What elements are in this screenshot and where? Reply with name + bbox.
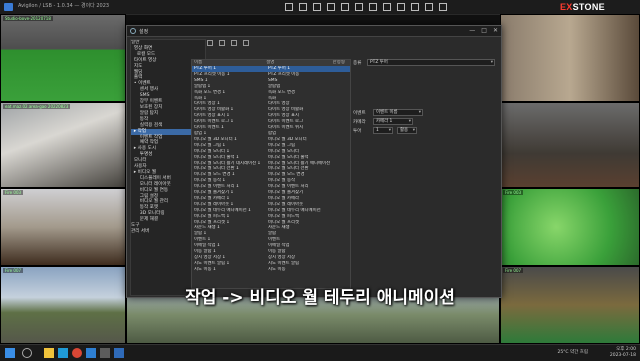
edge-icon[interactable]: [58, 348, 68, 358]
maximize-button[interactable]: □: [481, 27, 487, 34]
camera-label: 카메라: [353, 120, 366, 125]
camera-label: Fire 007: [503, 268, 524, 273]
camera-tile[interactable]: Studio-bove-20120718: [0, 14, 126, 102]
taskbar: 25°C 약간 흐림 오후 2:00 2023-07-18: [0, 344, 640, 361]
start-icon[interactable]: [5, 348, 15, 358]
app-titlebar: Avigilon / LSB - 1.0.34 — 경이다 2023 EXSTO…: [0, 0, 640, 15]
event-label: 이벤트: [353, 111, 366, 116]
date-text: 2023-07-18: [609, 353, 636, 358]
record-icon[interactable]: [411, 3, 419, 11]
table-body: PTZ 투어 1 PTZ 투어 1 PTZ 프리셋 이동 1 PTZ 프리셋 이동 SM…: [192, 66, 350, 273]
minimize-icon[interactable]: [439, 3, 447, 11]
minimize-button[interactable]: —: [469, 27, 475, 34]
dialog-title: 설정: [139, 29, 149, 35]
action-properties: 종류 PTZ 투어 이벤트 이벤트 이름 카메라 카메라 1 투어 1 활용: [353, 59, 497, 287]
settings-icon[interactable]: [231, 40, 237, 46]
action-toolbar: [207, 39, 249, 49]
camera-label: eat.maz.02.area-gao 20220823: [3, 104, 71, 109]
camera-tile[interactable]: [500, 14, 640, 102]
settings-icon[interactable]: [369, 3, 377, 11]
search-icon[interactable]: [22, 348, 32, 358]
type-label: 종류: [353, 61, 362, 66]
camera-label: Studio-bove-20120718: [3, 16, 53, 21]
type-select[interactable]: PTZ 투어: [367, 59, 495, 66]
layout-16-icon[interactable]: [327, 3, 335, 11]
layout-9-icon[interactable]: [313, 3, 321, 11]
camera-select[interactable]: 카메라 1: [373, 118, 413, 125]
event-select[interactable]: 이벤트 이름: [373, 109, 423, 116]
window-title: Avigilon / LSB - 1.0.34 — 경이다 2023: [18, 3, 110, 9]
sequence-icon[interactable]: [383, 3, 391, 11]
delete-icon[interactable]: [243, 40, 249, 46]
table-row[interactable]: 지도 이동 1 지도 이동: [192, 267, 350, 273]
layout-toolbar: [285, 3, 447, 11]
tour-number-select[interactable]: 1: [373, 127, 393, 134]
system-tray: 25°C 약간 흐림: [557, 350, 588, 356]
settings-dialog: 설정 — □ ✕ 일반 영상 화면 로컬 모드 타이트 영상 지도 웹딩 출력 …: [126, 25, 502, 298]
layout-custom-icon[interactable]: [341, 3, 349, 11]
chrome-icon[interactable]: [72, 348, 82, 358]
camera-label: Fire 003: [503, 190, 524, 195]
copy-icon[interactable]: [219, 40, 225, 46]
layout-1-icon[interactable]: [285, 3, 293, 11]
fullscreen-icon[interactable]: [355, 3, 363, 11]
snapshot-icon[interactable]: [397, 3, 405, 11]
action-table: 이름 설명 한정형 PTZ 투어 1 PTZ 투어 1 PTZ 프리셋 이동 1 PT…: [191, 59, 351, 289]
app-icon[interactable]: [100, 348, 110, 358]
camera-tile[interactable]: Fire 003: [0, 188, 126, 266]
row-description: 지도 이동: [268, 266, 286, 272]
clock[interactable]: 오후 2:00 2023-07-18: [610, 347, 636, 359]
camera-tile[interactable]: Fire 003: [500, 188, 640, 266]
layout-4-icon[interactable]: [299, 3, 307, 11]
camera-tile[interactable]: [500, 102, 640, 188]
user-icon[interactable]: [425, 3, 433, 11]
tour-mode-select[interactable]: 활용: [397, 127, 417, 134]
video-subtitle: 작업 -> 비디오 월 테두리 애니메이션: [185, 288, 455, 308]
camera-label: Fire 007: [3, 268, 24, 273]
dialog-titlebar: 설정 — □ ✕: [127, 26, 501, 37]
close-button[interactable]: ✕: [493, 27, 498, 34]
row-name: 지도 이동 1: [194, 266, 216, 272]
add-icon[interactable]: [207, 40, 213, 46]
mail-icon[interactable]: [86, 348, 96, 358]
tour-label: 투어: [353, 129, 362, 134]
brand-logo: EXSTONE: [560, 2, 605, 12]
camera-label: Fire 003: [3, 190, 24, 195]
file-explorer-icon[interactable]: [44, 348, 54, 358]
app-icon: [4, 3, 13, 11]
weather-text: 25°C 약간 흐림: [557, 350, 588, 355]
camera-tile[interactable]: eat.maz.02.area-gao 20220823: [0, 102, 126, 188]
gear-icon: [130, 28, 136, 34]
vms-icon[interactable]: [114, 348, 124, 358]
